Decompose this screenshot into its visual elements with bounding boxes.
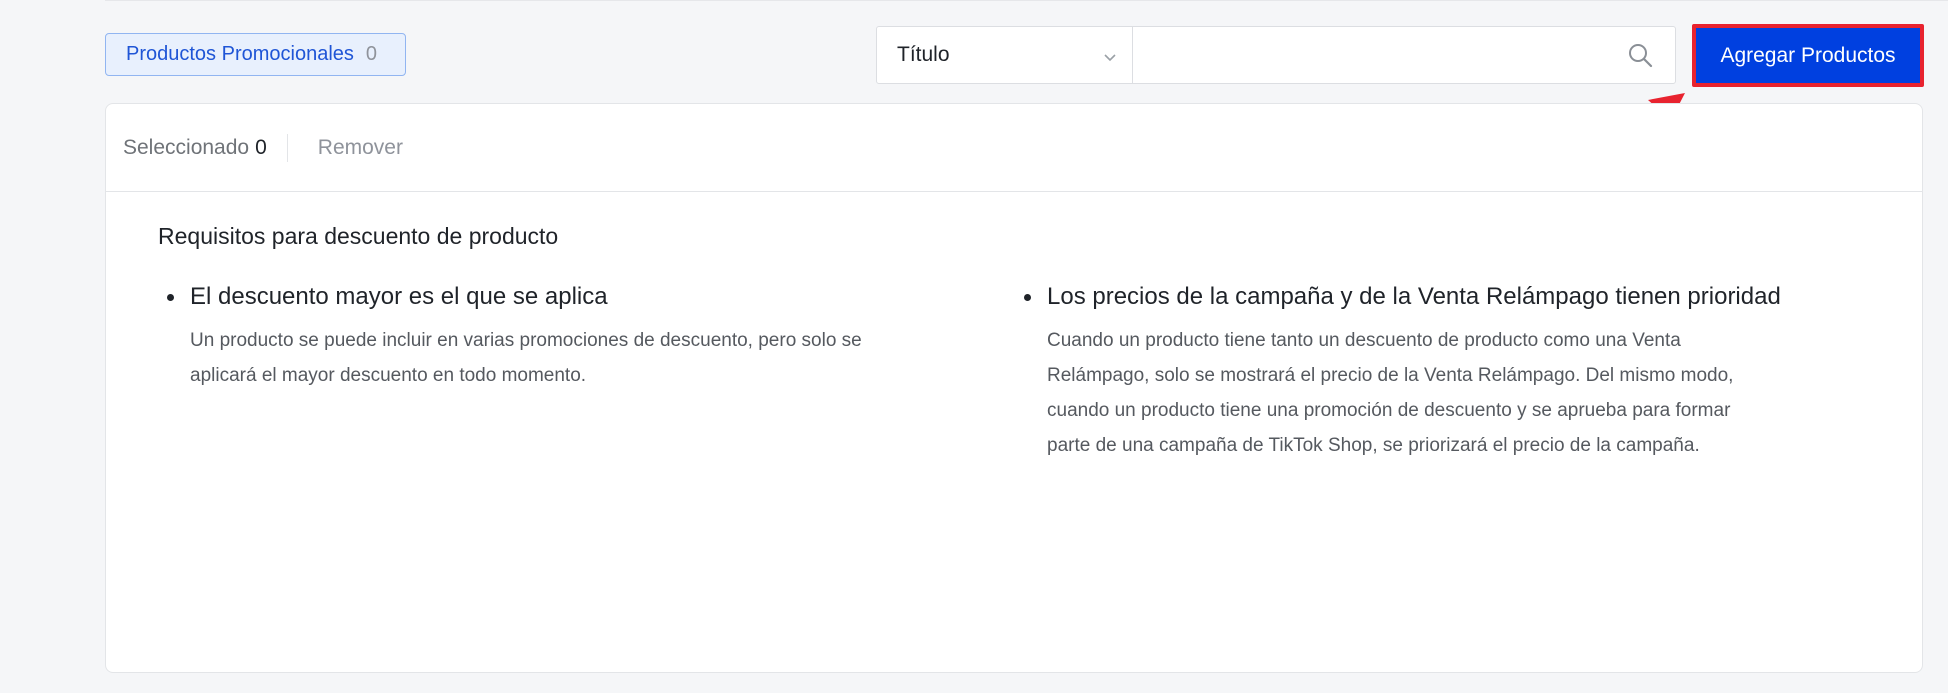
requirement-heading-text: El descuento mayor es el que se aplica (190, 283, 608, 310)
selection-toolbar: Seleccionado 0 Remover (106, 104, 1922, 192)
requirement-item: El descuento mayor es el que se aplica U… (167, 283, 880, 393)
requirement-item: Los precios de la campaña y de la Venta … (1024, 283, 1907, 463)
remove-button[interactable]: Remover (318, 136, 403, 160)
requirement-body: Cuando un producto tiene tanto un descue… (1047, 330, 1734, 456)
promotional-products-count: 0 (365, 43, 378, 65)
requirement-body: Un producto se puede incluir en varias p… (190, 330, 862, 386)
toolbar-divider (286, 133, 288, 162)
search-bar: Título (876, 26, 1676, 84)
requirement-heading: El descuento mayor es el que se aplica (167, 283, 880, 311)
search-field-select-value: Título (897, 43, 950, 66)
requirement-heading-text: Los precios de la campaña y de la Venta … (1047, 283, 1781, 310)
requirement-heading: Los precios de la campaña y de la Venta … (1024, 283, 1907, 311)
promotional-products-label: Productos Promocionales (126, 43, 354, 65)
add-products-button[interactable]: Agregar Productos (1692, 24, 1924, 87)
add-products-button-label: Agregar Productos (1720, 43, 1896, 67)
requirements-title: Requisitos para descuento de producto (158, 223, 559, 249)
products-card: Seleccionado 0 Remover Requisitos para d… (105, 103, 1923, 673)
chevron-down-icon (1102, 47, 1118, 71)
search-field-select[interactable]: Título (877, 27, 1133, 83)
promotional-products-tab[interactable]: Productos Promocionales 0 (105, 33, 406, 76)
selected-count: 0 (255, 135, 267, 159)
search-input[interactable] (1133, 27, 1675, 83)
search-icon[interactable] (1627, 42, 1653, 73)
selected-label: Seleccionado (123, 135, 250, 159)
top-divider (105, 0, 1948, 1)
bullet-icon (167, 294, 174, 301)
bullet-icon (1024, 294, 1031, 301)
